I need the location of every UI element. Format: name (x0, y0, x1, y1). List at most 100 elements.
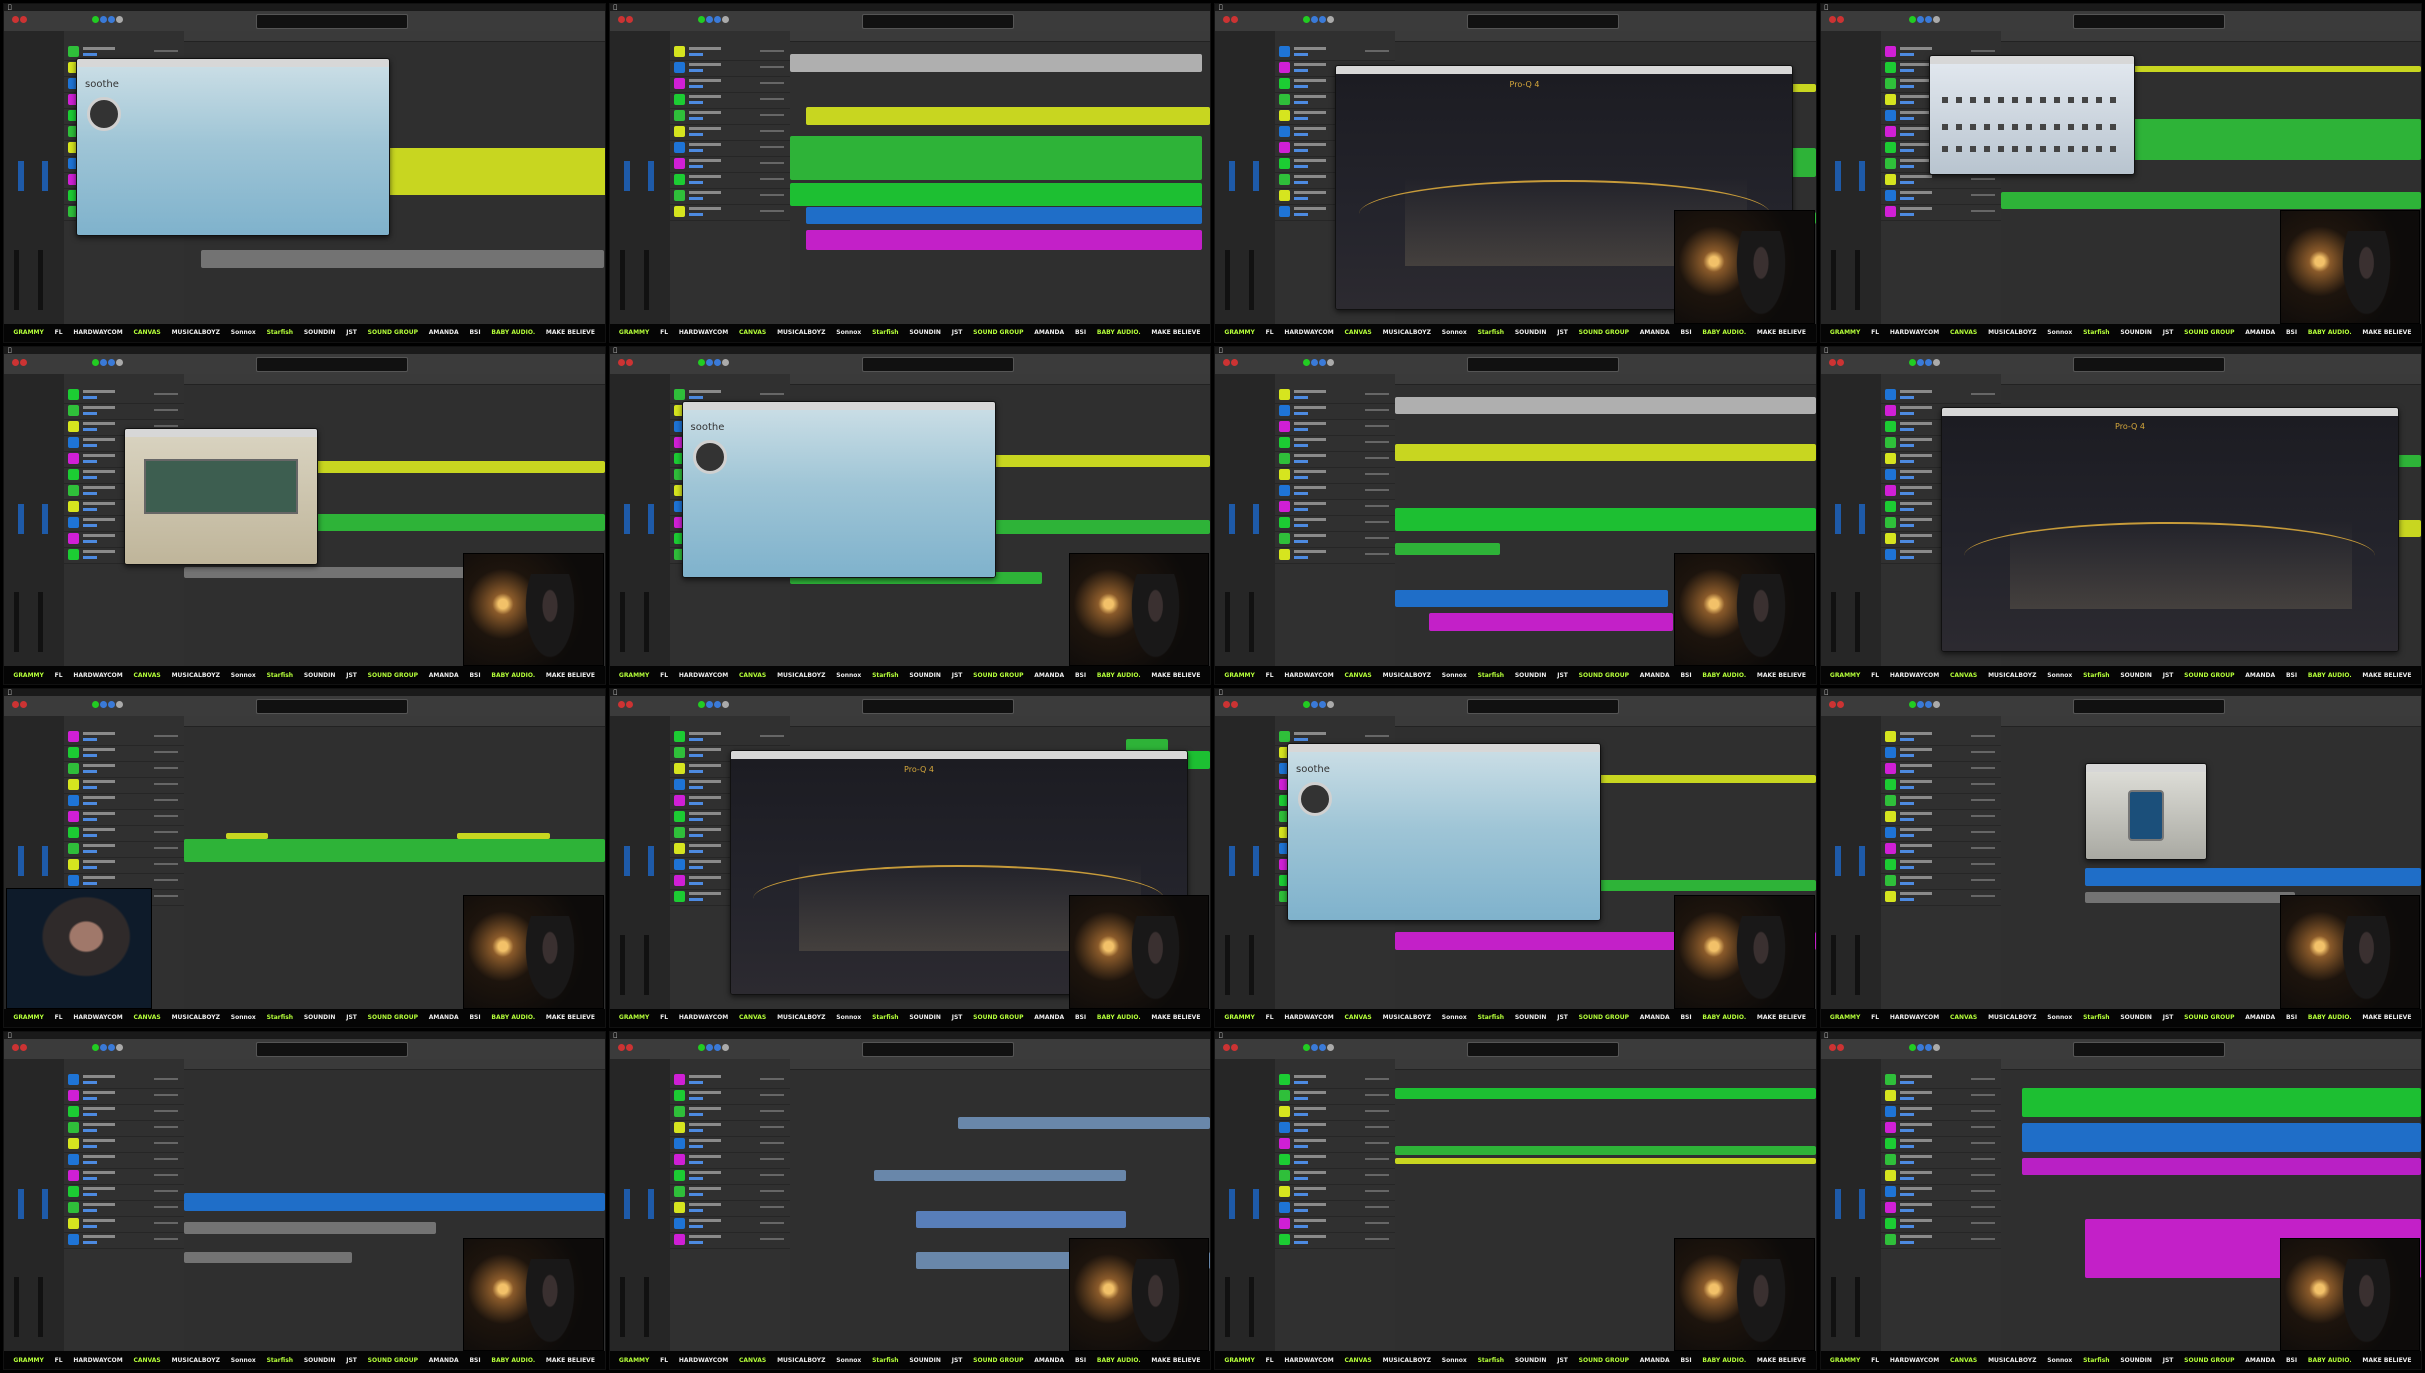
track-controls[interactable] (1899, 1128, 1914, 1132)
track-controls[interactable] (1899, 898, 1914, 901)
track-volume[interactable] (154, 767, 178, 769)
track-controls[interactable] (1294, 69, 1308, 72)
track-controls[interactable] (1294, 1096, 1308, 1100)
channel-fader[interactable] (38, 249, 43, 310)
track-controls[interactable] (1899, 770, 1914, 773)
transport-button[interactable] (92, 358, 99, 366)
transport-button[interactable] (625, 358, 633, 366)
transport-button[interactable] (1916, 16, 1924, 23)
track-volume[interactable] (759, 130, 784, 132)
track-controls[interactable] (83, 802, 97, 805)
track-volume[interactable] (1365, 50, 1389, 52)
track-header[interactable] (1880, 1231, 2001, 1249)
track-controls[interactable] (688, 181, 703, 184)
track-controls[interactable] (83, 507, 97, 511)
track-controls[interactable] (688, 786, 703, 789)
track-volume[interactable] (154, 879, 178, 881)
timeline-ruler[interactable] (1395, 1058, 1816, 1070)
audio-region[interactable] (226, 833, 269, 839)
track-volume[interactable] (1970, 1093, 1995, 1096)
track-volume[interactable] (759, 1157, 784, 1160)
transport-button[interactable] (20, 1043, 27, 1051)
channel-fader[interactable] (1225, 592, 1230, 652)
transport-button[interactable] (1836, 16, 1844, 23)
transport-button[interactable] (108, 701, 115, 708)
channel-fader[interactable] (1225, 249, 1230, 310)
timeline-ruler[interactable] (1395, 373, 1816, 385)
timeline-ruler[interactable] (2000, 1058, 2421, 1070)
transport-button[interactable] (1908, 16, 1916, 23)
audio-region[interactable] (184, 1251, 353, 1264)
track-volume[interactable] (1970, 767, 1995, 769)
track-controls[interactable] (83, 1192, 97, 1196)
audio-region[interactable] (915, 1210, 1126, 1229)
track-volume[interactable] (154, 1141, 178, 1144)
transport-button[interactable] (1223, 358, 1230, 366)
track-controls[interactable] (1899, 866, 1914, 869)
audio-region[interactable] (1395, 1157, 1816, 1164)
track-controls[interactable] (688, 149, 703, 152)
track-volume[interactable] (1970, 879, 1995, 881)
track-volume[interactable] (1970, 751, 1995, 753)
track-controls[interactable] (688, 53, 703, 56)
channel-fader[interactable] (643, 934, 649, 995)
track-controls[interactable] (1899, 1208, 1914, 1212)
track-volume[interactable] (1365, 1237, 1389, 1240)
transport-button[interactable] (617, 701, 625, 708)
track-volume[interactable] (1365, 1205, 1389, 1208)
transport-button[interactable] (1828, 1043, 1836, 1051)
track-controls[interactable] (1294, 85, 1308, 88)
transport-button[interactable] (721, 358, 729, 366)
track-controls[interactable] (688, 1160, 703, 1164)
transport-button[interactable] (1836, 358, 1844, 366)
track-controls[interactable] (688, 1192, 703, 1196)
transport-button[interactable] (697, 1043, 705, 1051)
track-volume[interactable] (759, 98, 784, 100)
audio-region[interactable] (2000, 191, 2421, 210)
track-controls[interactable] (688, 395, 703, 399)
track-controls[interactable] (1294, 101, 1308, 104)
track-header[interactable] (1275, 546, 1395, 564)
channel-fader[interactable] (1830, 1277, 1836, 1337)
transport-button[interactable] (1231, 358, 1238, 366)
knob-row[interactable] (1941, 96, 2122, 103)
track-volume[interactable] (1970, 1221, 1995, 1224)
depth-knob[interactable] (1298, 782, 1333, 816)
track-controls[interactable] (83, 1080, 97, 1084)
track-controls[interactable] (83, 1240, 97, 1244)
timeline-ruler[interactable] (184, 716, 605, 727)
la2a-plugin-window[interactable] (2084, 763, 2207, 860)
track-controls[interactable] (1899, 1192, 1914, 1196)
track-controls[interactable] (83, 786, 97, 789)
track-controls[interactable] (1899, 475, 1914, 479)
apple-icon[interactable]:  (8, 1032, 12, 1039)
apple-icon[interactable]:  (1825, 4, 1829, 11)
track-controls[interactable] (1899, 491, 1914, 495)
track-controls[interactable] (688, 197, 703, 200)
audio-region[interactable] (806, 206, 1202, 225)
track-volume[interactable] (1365, 392, 1389, 395)
plugin-title-bar[interactable] (1941, 408, 2398, 417)
track-header[interactable] (669, 203, 790, 221)
audio-region[interactable] (2084, 868, 2421, 886)
track-controls[interactable] (83, 491, 97, 495)
audio-region[interactable] (2084, 891, 2295, 904)
track-controls[interactable] (688, 133, 703, 136)
transport-button[interactable] (12, 16, 19, 23)
track-controls[interactable] (1294, 1176, 1308, 1180)
transport-button[interactable] (12, 701, 19, 708)
transport-button[interactable] (1932, 1043, 1940, 1051)
plugin-body[interactable]: soothe (77, 67, 390, 235)
channel-fader[interactable] (1225, 1277, 1230, 1337)
track-volume[interactable] (1970, 1189, 1995, 1192)
track-controls[interactable] (1899, 1096, 1914, 1100)
track-volume[interactable] (1365, 1093, 1389, 1096)
plugin-title-bar[interactable] (1336, 65, 1793, 74)
track-controls[interactable] (688, 69, 703, 72)
apple-icon[interactable]:  (1219, 689, 1223, 696)
transport-button[interactable] (1924, 358, 1932, 366)
transport-button[interactable] (1836, 701, 1844, 708)
track-volume[interactable] (1365, 1157, 1389, 1160)
track-controls[interactable] (1294, 475, 1308, 479)
transport-button[interactable] (1327, 16, 1334, 23)
